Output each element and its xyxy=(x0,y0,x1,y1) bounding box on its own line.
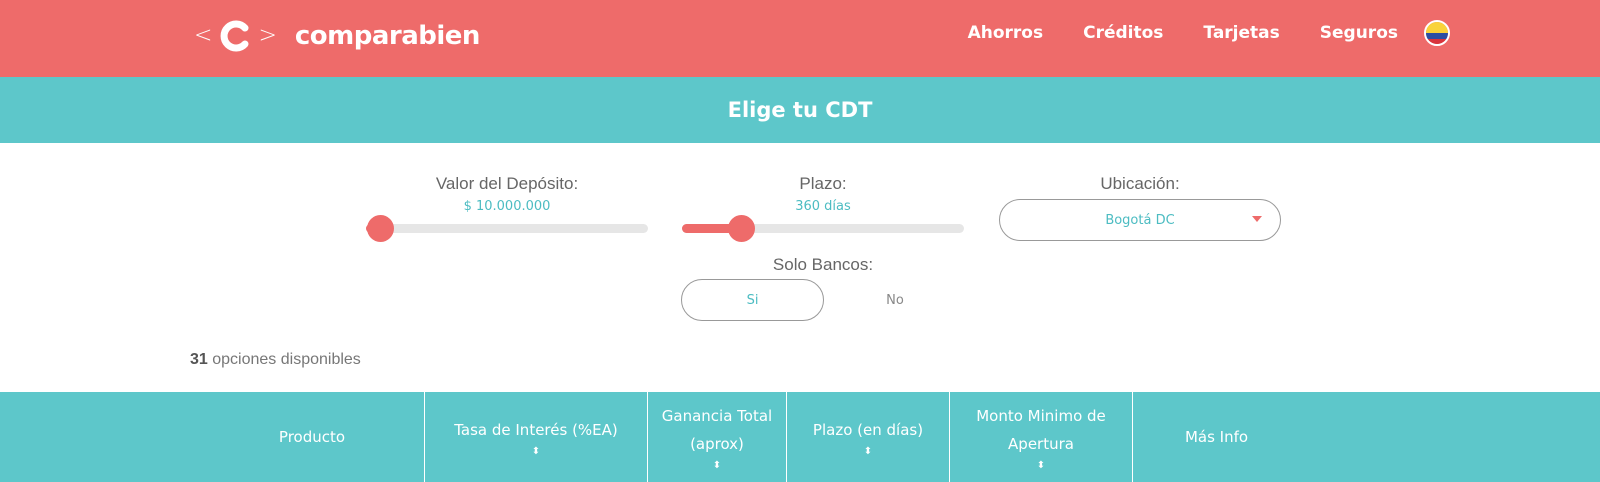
colombia-flag-icon[interactable] xyxy=(1424,20,1450,46)
deposit-label: Valor del Depósito: xyxy=(435,174,579,193)
col-monto-label: Monto Minimo de Apertura xyxy=(976,407,1106,453)
nav-tarjetas[interactable]: Tarjetas xyxy=(1203,23,1279,43)
results-table-header: Producto Tasa de Interés (%EA) ⬍ Gananci… xyxy=(0,392,1600,482)
banks-only-yes-button[interactable]: Si xyxy=(681,279,824,321)
col-mas-info-label: Más Info xyxy=(1184,428,1249,446)
col-ganancia[interactable]: Ganancia Total (aprox) ⬍ xyxy=(647,392,786,482)
col-monto[interactable]: Monto Minimo de Apertura ⬍ xyxy=(949,392,1132,482)
deposit-slider[interactable] xyxy=(366,215,648,242)
logo-brand-name: comparabien xyxy=(294,21,481,51)
col-mas-info: Más Info xyxy=(1132,392,1300,482)
deposit-slider-thumb[interactable] xyxy=(367,215,395,242)
results-count-text: opciones disponibles xyxy=(212,351,361,368)
sort-icon[interactable]: ⬍ xyxy=(864,446,872,458)
logo-left-chevron: < xyxy=(194,23,213,48)
caret-down-icon xyxy=(1252,216,1262,222)
logo[interactable]: < > comparabien xyxy=(194,14,480,58)
main-nav: Ahorros Créditos Tarjetas Seguros xyxy=(928,20,1450,46)
nav-creditos[interactable]: Créditos xyxy=(1083,23,1163,43)
location-select[interactable]: Bogotá DC xyxy=(999,199,1281,241)
banks-only-no-button[interactable]: No xyxy=(860,279,930,321)
title-band: Elige tu CDT xyxy=(0,77,1600,143)
logo-right-chevron: > xyxy=(258,23,277,48)
location-label: Ubicación: xyxy=(1100,174,1180,193)
col-tasa-label: Tasa de Interés (%EA) xyxy=(454,421,618,439)
term-label: Plazo: xyxy=(799,174,847,193)
sort-icon[interactable]: ⬍ xyxy=(713,460,721,472)
col-ganancia-label: Ganancia Total (aprox) xyxy=(661,407,773,453)
location-selected-value: Bogotá DC xyxy=(1105,212,1175,228)
results-count: 31 opciones disponibles xyxy=(190,351,361,369)
term-slider-thumb[interactable] xyxy=(728,215,756,242)
page-title: Elige tu CDT xyxy=(727,98,873,122)
logo-c-icon xyxy=(218,19,252,53)
nav-seguros[interactable]: Seguros xyxy=(1320,23,1398,43)
col-producto: Producto xyxy=(200,392,424,482)
sort-icon[interactable]: ⬍ xyxy=(532,446,540,458)
deposit-value: $ 10.000.000 xyxy=(463,199,551,214)
col-producto-label: Producto xyxy=(278,428,346,446)
col-tasa[interactable]: Tasa de Interés (%EA) ⬍ xyxy=(424,392,647,482)
term-slider[interactable] xyxy=(682,215,964,242)
nav-ahorros[interactable]: Ahorros xyxy=(968,23,1044,43)
col-plazo-label: Plazo (en días) xyxy=(812,421,924,439)
term-value: 360 días xyxy=(795,199,851,214)
results-count-number: 31 xyxy=(190,351,208,368)
top-navbar: < > comparabien Ahorros Créditos Tarjeta… xyxy=(0,0,1600,77)
col-plazo[interactable]: Plazo (en días) ⬍ xyxy=(786,392,949,482)
banks-only-label: Solo Bancos: xyxy=(772,255,874,274)
sort-icon[interactable]: ⬍ xyxy=(1037,460,1045,472)
